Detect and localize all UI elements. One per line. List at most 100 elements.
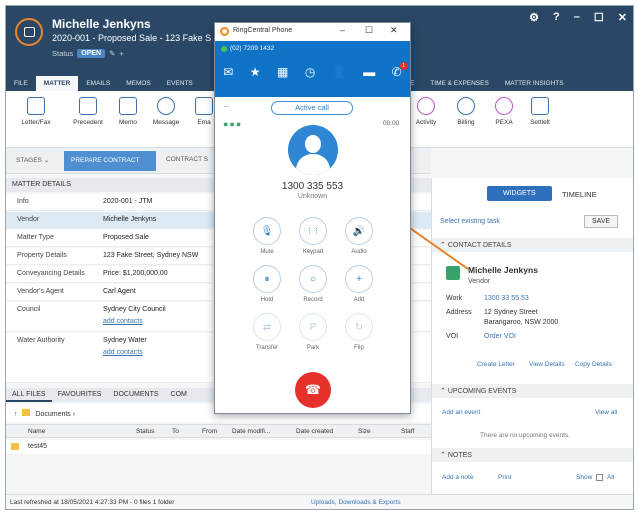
mute-button[interactable]: 🎙 — [253, 217, 281, 245]
letter-fax-button[interactable]: Letter/Fax — [16, 97, 56, 126]
col-name[interactable]: Name — [28, 428, 45, 435]
status-text: Last refreshed at 18/05/2021 4:27:33 PM … — [10, 499, 175, 506]
create-letter-link[interactable]: Create Letter — [477, 361, 515, 368]
select-task-link[interactable]: Select existing task — [440, 218, 500, 225]
col-size[interactable]: Size — [358, 428, 371, 435]
activity-button[interactable]: Activity — [406, 97, 446, 126]
detail-value: Price: $1,200,000.00 — [103, 270, 168, 277]
settings-icon[interactable]: ⚙ — [529, 11, 539, 24]
status-badge[interactable]: OPEN — [77, 49, 106, 58]
phone-minimize-button[interactable]: – — [340, 25, 345, 35]
phone-line: (02) 7209 1432 — [221, 45, 274, 52]
billing-button[interactable]: Billing — [446, 97, 486, 126]
tab-favourites[interactable]: FAVOURITES — [52, 388, 108, 402]
hold-button[interactable]: ⏸ — [253, 265, 281, 293]
contacts-icon[interactable]: 👤 — [332, 65, 347, 79]
message-icon[interactable]: ✉ — [223, 65, 233, 79]
flip-button[interactable]: ↻ — [345, 313, 373, 341]
video-icon[interactable]: ▬ — [363, 65, 375, 79]
col-date-created[interactable]: Date created — [296, 428, 333, 435]
detail-label: Council — [17, 306, 41, 313]
tab-file[interactable]: FILE — [6, 76, 36, 91]
message-button[interactable]: Message — [146, 97, 186, 126]
upcoming-events-header[interactable]: ⌃ UPCOMING EVENTS — [432, 384, 633, 398]
back-arrow-icon[interactable]: ← — [223, 101, 231, 110]
notes-header[interactable]: ⌃ NOTES — [432, 448, 633, 462]
record-label: Record — [303, 297, 323, 303]
close-button[interactable]: ✕ — [618, 11, 627, 24]
microphone-icon: 🎙 — [260, 225, 274, 237]
tab-matter[interactable]: MATTER — [35, 76, 79, 91]
phone-nav-icons: ✉ ★ ▦ ◷ 👤 ▬ ✆ 1 — [215, 62, 410, 79]
keypad-button[interactable]: ⋮⋮ — [299, 217, 327, 245]
col-to[interactable]: To — [172, 428, 179, 435]
view-all-link[interactable]: View all — [595, 409, 617, 416]
col-status[interactable]: Status — [136, 428, 154, 435]
status-bar: Last refreshed at 18/05/2021 4:27:33 PM … — [6, 494, 633, 509]
contact-details-header[interactable]: ⌃ CONTACT DETAILS — [432, 238, 633, 252]
message-label: Message — [152, 119, 180, 126]
uploads-link[interactable]: Uploads, Downloads & Exports — [311, 499, 401, 506]
up-arrow-icon[interactable]: ↑ — [14, 411, 18, 418]
col-staff[interactable]: Staff — [401, 428, 414, 435]
col-from[interactable]: From — [202, 428, 217, 435]
park-button[interactable]: P — [299, 313, 327, 341]
work-phone-link[interactable]: 1300 33 55 53 — [484, 295, 529, 302]
phone-titlebar: RingCentral Phone – ☐ ✕ — [215, 23, 410, 41]
print-link[interactable]: Print — [498, 474, 511, 481]
tab-memos[interactable]: MEMOS — [118, 76, 159, 91]
matter-subtitle: 2020-001 - Proposed Sale - 123 Fake S — [52, 33, 212, 43]
calendar-icon[interactable]: ▦ — [277, 65, 288, 79]
breadcrumb-documents[interactable]: Documents — [35, 411, 70, 418]
call-timer: 00:00 — [383, 120, 400, 127]
settleit-button[interactable]: Settlelt — [520, 97, 560, 126]
add-event-link[interactable]: Add an event — [442, 409, 480, 416]
favorites-icon[interactable]: ★ — [250, 65, 261, 79]
hangup-button[interactable]: ☎ — [295, 372, 331, 408]
tab-com[interactable]: COM — [165, 388, 193, 402]
add-icon[interactable]: + — [119, 49, 123, 58]
save-button[interactable]: SAVE — [584, 215, 619, 228]
edit-icon[interactable]: ✎ — [109, 49, 115, 58]
show-all-checkbox[interactable] — [596, 474, 603, 481]
copy-details-link[interactable]: Copy Details — [575, 361, 612, 368]
view-details-link[interactable]: View Details — [529, 361, 565, 368]
stage-active[interactable]: PREPARE CONTRACT — [64, 151, 156, 171]
message-icon — [157, 97, 175, 115]
audio-button[interactable]: 🔊 — [345, 217, 373, 245]
phone-maximize-button[interactable]: ☐ — [365, 25, 373, 36]
tab-emails[interactable]: EMAILS — [78, 76, 118, 91]
tab-time-expenses[interactable]: TIME & EXPENSES — [422, 76, 497, 91]
tab-matter-insights[interactable]: MATTER INSIGHTS — [497, 76, 572, 91]
transfer-button[interactable]: ⇄ — [253, 313, 281, 341]
help-icon[interactable]: ? — [553, 11, 560, 24]
add-call-button[interactable]: + — [345, 265, 373, 293]
history-icon[interactable]: ◷ — [305, 65, 315, 79]
contact-icon — [446, 266, 460, 280]
table-row[interactable]: test45 — [6, 440, 431, 454]
maximize-button[interactable]: ☐ — [594, 11, 604, 24]
memo-button[interactable]: Memo — [108, 97, 148, 126]
record-button[interactable]: ○ — [299, 265, 327, 293]
phone-icon[interactable]: ✆ 1 — [392, 62, 408, 79]
window-controls: ⚙ ? – ☐ ✕ — [529, 11, 627, 24]
add-contacts-link[interactable]: add contacts — [103, 349, 143, 356]
minimize-button[interactable]: – — [574, 11, 580, 24]
add-note-link[interactable]: Add a note — [442, 474, 473, 481]
caller-name: Unknown — [297, 193, 328, 200]
active-call-pill[interactable]: Active call — [271, 101, 353, 115]
stage-next[interactable]: CONTRACT S — [166, 156, 208, 163]
tab-events[interactable]: EVENTS — [159, 76, 201, 91]
precedent-button[interactable]: Precedent — [68, 97, 108, 126]
pexa-button[interactable]: PEXA — [484, 97, 524, 126]
phone-close-button[interactable]: ✕ — [390, 25, 398, 36]
tab-documents[interactable]: DOCUMENTS — [107, 388, 164, 402]
order-voi-link[interactable]: Order VOI — [484, 333, 516, 340]
tab-widgets[interactable]: WIDGETS — [487, 186, 552, 201]
tab-timeline[interactable]: TIMELINE — [562, 190, 597, 199]
settleit-icon — [531, 97, 549, 115]
add-contacts-link[interactable]: add contacts — [103, 318, 143, 325]
col-date-modified[interactable]: Date modifi... — [232, 428, 270, 435]
stages-dropdown[interactable]: STAGES ⌄ — [16, 156, 49, 164]
tab-all-files[interactable]: ALL FILES — [6, 388, 52, 402]
